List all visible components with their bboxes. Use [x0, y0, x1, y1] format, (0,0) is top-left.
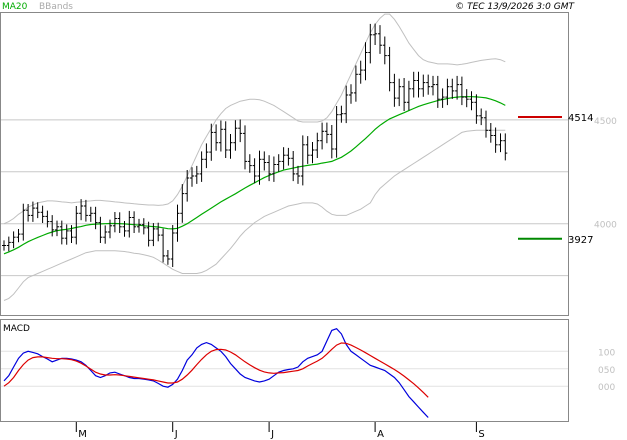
macd-tick-label: 100: [598, 348, 615, 358]
support-level-label: 3927: [568, 235, 593, 246]
x-tick-label: S: [478, 429, 484, 440]
macd-title: MACD: [3, 324, 30, 334]
x-tick-label: M: [78, 429, 87, 440]
price-tick-label: 4000: [594, 221, 617, 231]
price-tick-label: 4500: [594, 117, 617, 127]
macd-tick-label: 000: [598, 383, 615, 393]
x-tick-label: A: [377, 429, 384, 440]
x-tick-label: J: [270, 429, 274, 440]
macd-axis-labels: 100 050 000: [598, 348, 615, 393]
copyright-text: © TEC 13/9/2026 3:0 GMT: [455, 2, 575, 12]
x-tick-label: J: [174, 429, 178, 440]
stock-chart: 4514 3927 4500 4000 100 050 000 M J J A S MA20 B…: [0, 0, 627, 440]
legend-ma20: MA20: [2, 2, 28, 12]
resistance-level-label: 4514: [568, 113, 593, 124]
legend-bbands: BBands: [39, 2, 73, 12]
macd-tick-label: 050: [598, 366, 615, 376]
